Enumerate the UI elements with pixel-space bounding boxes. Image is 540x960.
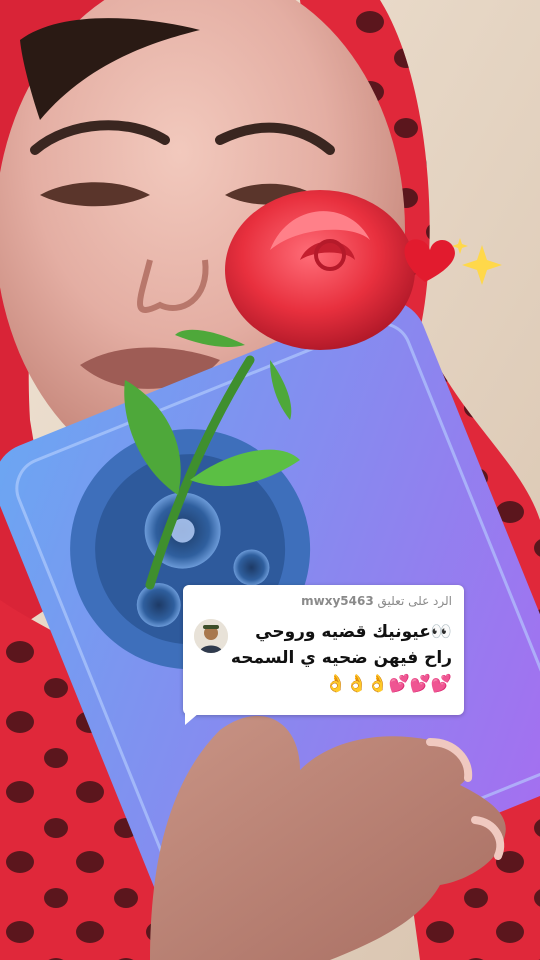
comment-reply-card[interactable]: الرد على تعليق mwxy5463 👀عيونيك قضيه ورو…	[183, 585, 464, 725]
video-frame: الرد على تعليق mwxy5463 👀عيونيك قضيه ورو…	[0, 0, 540, 960]
background-photo	[0, 0, 540, 960]
reply-username[interactable]: mwxy5463	[301, 594, 374, 608]
reply-text: 👀عيونيك قضيه وروحي راح فيهن ضحيه ي السمح…	[195, 619, 452, 697]
reply-prefix: الرد على تعليق	[377, 594, 452, 608]
avatar-icon	[194, 619, 228, 653]
commenter-avatar[interactable]	[194, 619, 228, 653]
reply-line-2: راح فيهن ضحيه ي السمحه	[230, 648, 452, 668]
reply-line-1: 👀عيونيك قضيه وروحي	[255, 622, 452, 642]
reply-line-3: 💕💕💕👌👌👌	[324, 674, 452, 694]
reply-header: الرد على تعليق mwxy5463	[195, 593, 452, 609]
